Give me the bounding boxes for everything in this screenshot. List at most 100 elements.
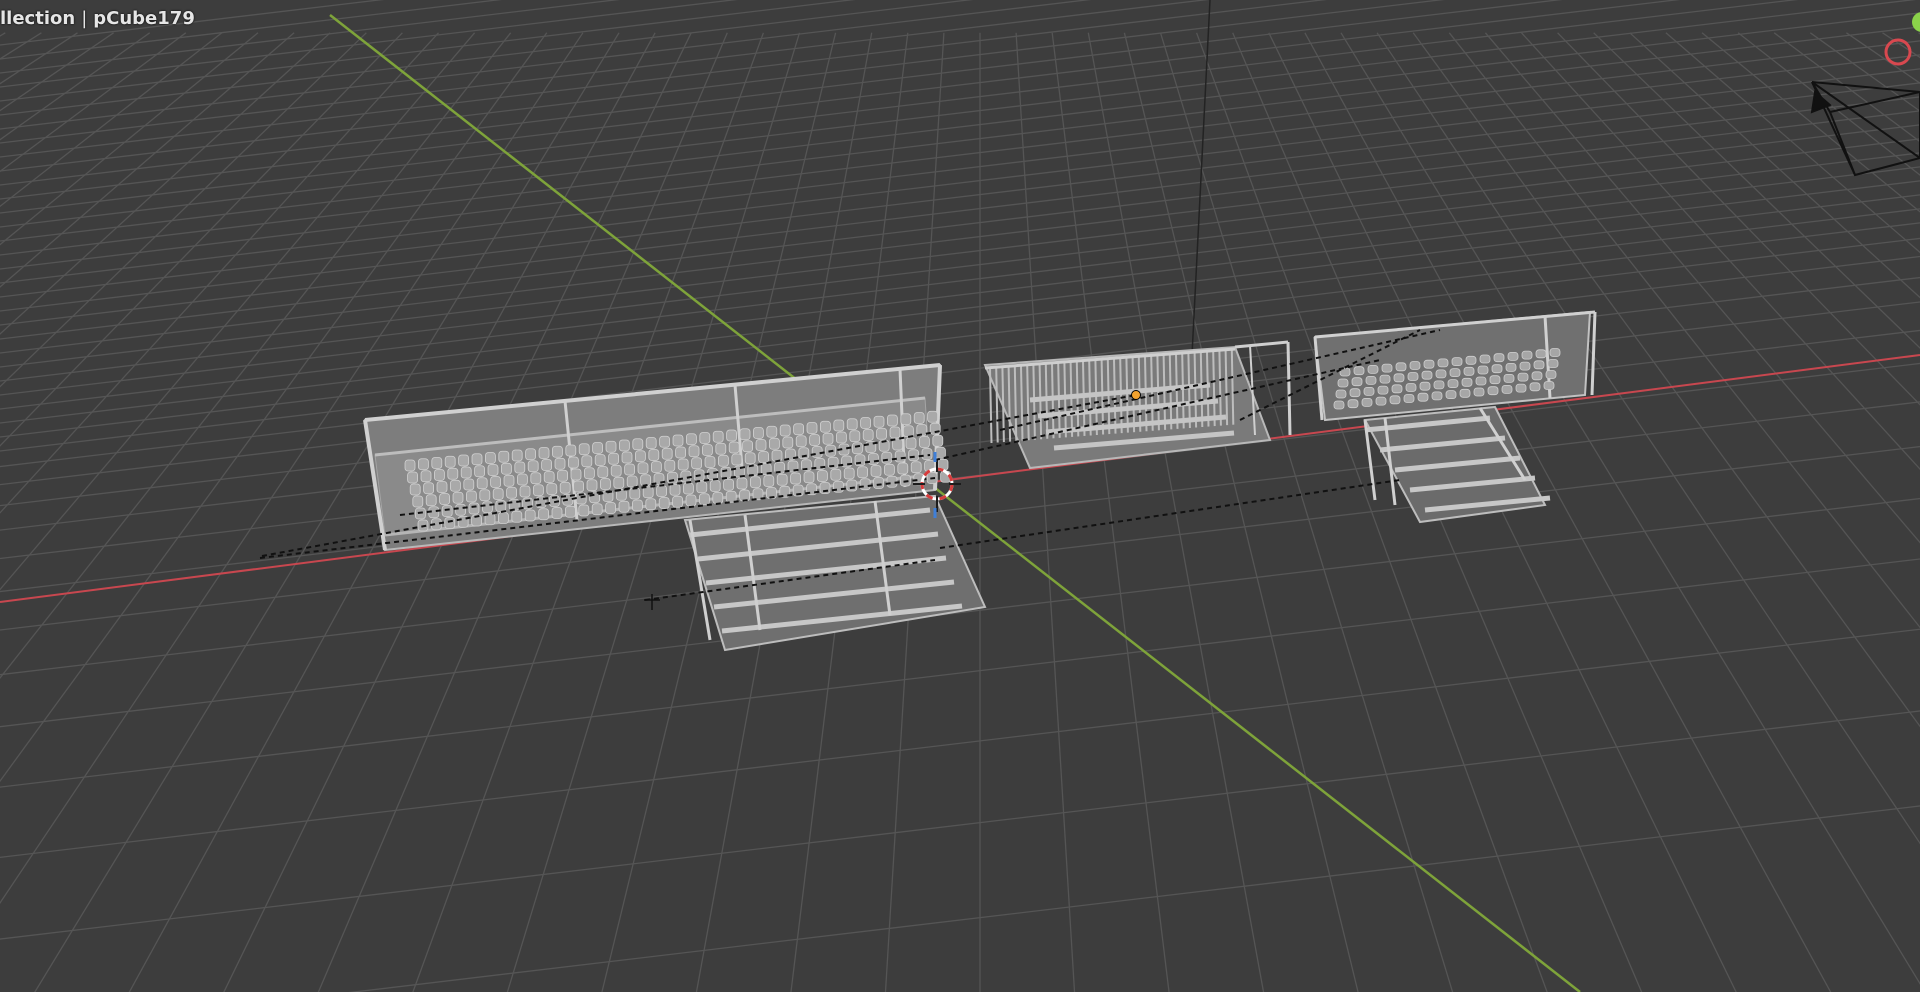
seat xyxy=(632,499,643,512)
seat xyxy=(573,480,584,493)
seat xyxy=(1451,357,1463,367)
seat xyxy=(1417,392,1429,402)
seat xyxy=(1335,389,1347,399)
seat xyxy=(1349,388,1361,398)
seat xyxy=(651,461,662,473)
seat xyxy=(546,483,558,495)
seat xyxy=(533,484,544,497)
seat xyxy=(559,481,571,494)
seat xyxy=(618,500,630,513)
seat xyxy=(884,463,895,476)
seat xyxy=(578,504,590,517)
seat xyxy=(1531,371,1543,381)
seat xyxy=(538,447,550,459)
seat xyxy=(1521,350,1533,360)
seat xyxy=(862,429,874,441)
seat xyxy=(498,450,510,463)
seat xyxy=(1361,397,1373,407)
z-axis-line xyxy=(1191,0,1211,356)
seat xyxy=(511,510,523,523)
seat xyxy=(843,467,855,480)
seat xyxy=(905,437,917,450)
seat xyxy=(452,491,464,504)
seat xyxy=(908,449,919,462)
seat xyxy=(1447,379,1459,389)
seat xyxy=(919,436,930,448)
seat xyxy=(881,451,893,464)
seat xyxy=(1461,377,1473,387)
seat xyxy=(468,502,480,515)
seat xyxy=(763,475,775,487)
viewport-scene[interactable] xyxy=(0,0,1920,992)
seat xyxy=(605,502,616,514)
seat xyxy=(868,453,879,465)
bleacher-front-right[interactable] xyxy=(1363,405,1551,524)
seat xyxy=(755,439,767,451)
seat xyxy=(1421,370,1433,380)
stand-center-back[interactable] xyxy=(983,340,1292,470)
seat xyxy=(750,476,761,489)
seat xyxy=(860,417,871,429)
seat xyxy=(492,488,504,500)
seat xyxy=(404,459,416,472)
seat xyxy=(629,487,641,500)
seat xyxy=(852,442,863,455)
seat xyxy=(441,505,453,517)
seat xyxy=(431,457,443,469)
seat xyxy=(809,434,820,446)
seat xyxy=(1515,383,1527,393)
seat xyxy=(1393,373,1405,383)
seat xyxy=(436,481,448,493)
seat xyxy=(503,474,515,487)
seat xyxy=(420,470,432,483)
seat xyxy=(1505,362,1517,372)
seat xyxy=(1437,358,1449,368)
gizmo-y-positive[interactable] xyxy=(1912,12,1920,32)
seat xyxy=(1407,372,1419,381)
seat xyxy=(1351,377,1363,387)
seat xyxy=(619,439,630,452)
seat xyxy=(474,465,486,478)
seat xyxy=(795,435,807,448)
seat xyxy=(1445,390,1457,400)
seat xyxy=(447,467,459,480)
seat xyxy=(718,454,729,467)
seat xyxy=(916,424,928,436)
separator: | xyxy=(81,8,88,29)
seat xyxy=(1377,385,1389,395)
seat xyxy=(712,492,724,504)
seat xyxy=(458,454,470,467)
seat xyxy=(500,462,512,475)
seat xyxy=(771,449,783,462)
seat xyxy=(497,512,509,524)
seat xyxy=(581,455,593,468)
seat xyxy=(726,429,737,442)
seat xyxy=(565,444,577,457)
active-object-name: pCube179 xyxy=(93,8,195,29)
camera-icon[interactable] xyxy=(1810,81,1920,177)
seat xyxy=(803,471,815,484)
seat xyxy=(744,452,756,465)
seat xyxy=(769,437,780,450)
seat xyxy=(846,479,858,492)
3d-viewport[interactable]: llection | pCube179 xyxy=(0,0,1920,992)
seat xyxy=(817,470,828,482)
floor-grid xyxy=(0,0,1920,992)
seat xyxy=(648,449,660,461)
seat xyxy=(903,425,914,438)
seat xyxy=(642,486,654,499)
seat xyxy=(921,448,933,460)
seat xyxy=(1507,351,1519,361)
object-origin-dot[interactable] xyxy=(1131,390,1141,400)
seat xyxy=(836,431,847,444)
seat xyxy=(659,435,670,448)
seat xyxy=(635,450,646,463)
seat xyxy=(554,457,566,470)
seat xyxy=(790,472,801,485)
seat xyxy=(753,427,764,439)
seat xyxy=(1363,386,1375,396)
seat xyxy=(600,478,611,490)
seat xyxy=(688,445,700,458)
seat xyxy=(1517,372,1529,382)
seat xyxy=(460,466,472,479)
